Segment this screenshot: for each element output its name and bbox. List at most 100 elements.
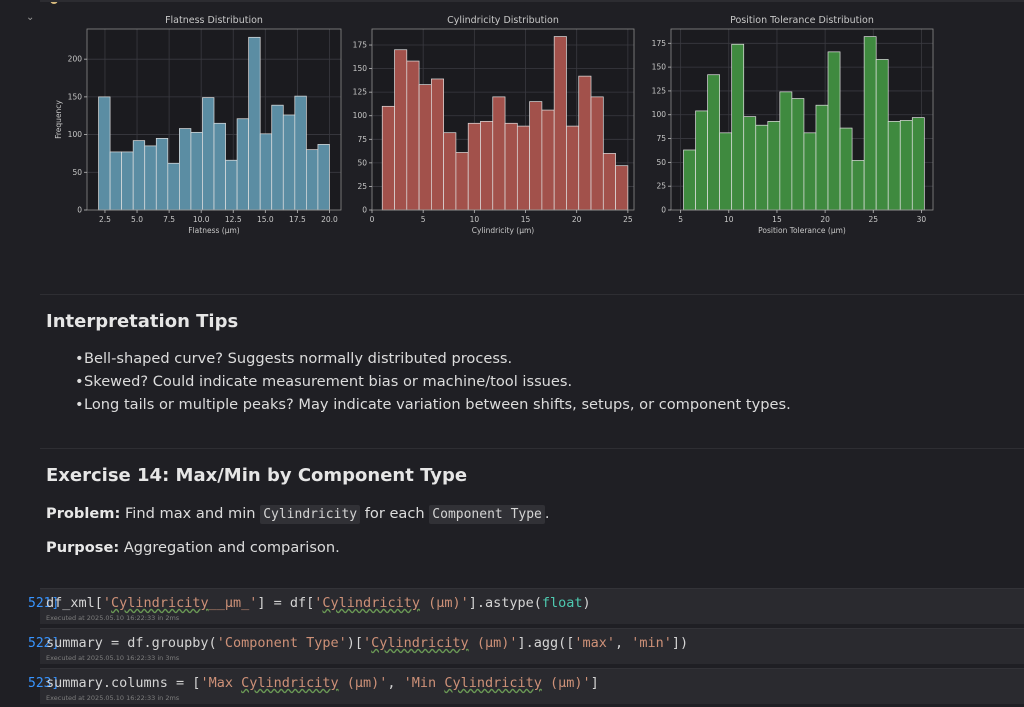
y-tick-label: 75 <box>656 134 666 143</box>
histogram-bar <box>683 149 696 211</box>
histogram-bar <box>899 120 913 211</box>
x-tick-label: 15.0 <box>257 215 274 224</box>
histogram-bar <box>504 122 518 211</box>
execution-info: Executed at 2025.05.10 16:22:33 in 2ms <box>46 694 180 702</box>
problem-paragraph: Problem: Find max and min Cylindricity f… <box>46 505 550 524</box>
x-tick-label: 10.0 <box>193 215 210 224</box>
histogram-bar <box>443 132 457 211</box>
histogram-bar <box>236 118 249 211</box>
x-tick-label: 20 <box>572 215 582 224</box>
histogram-bar <box>190 131 203 211</box>
tip-text: Bell-shaped curve? Suggests normally dis… <box>84 350 513 367</box>
problem-text: for each <box>364 505 425 522</box>
purpose-paragraph: Purpose: Aggregation and comparison. <box>46 539 340 556</box>
histogram-bar <box>578 75 592 211</box>
chevron-down-icon[interactable]: ⌄ <box>26 12 34 23</box>
histogram-bar <box>431 78 444 211</box>
x-tick-label: 7.5 <box>163 215 175 224</box>
code-line[interactable]: summary = df.groupby('Component Type')['… <box>46 635 688 651</box>
histogram-bar <box>839 127 853 211</box>
problem-text: . <box>544 505 550 522</box>
y-tick-label: 25 <box>656 182 666 191</box>
list-item: • Skewed? Could indicate measurement bias… <box>75 370 791 393</box>
y-tick-label: 100 <box>68 130 83 139</box>
histogram-bar <box>602 153 616 211</box>
x-axis-label: Position Tolerance (µm) <box>758 226 846 235</box>
y-tick-label: 0 <box>661 206 666 215</box>
x-tick-label: 20 <box>820 215 830 224</box>
y-tick-label: 150 <box>353 64 368 73</box>
histogram-bar <box>731 43 745 211</box>
histogram-bar <box>851 160 865 211</box>
histogram-bar <box>282 114 296 211</box>
execution-info: Executed at 2025.05.10 16:22:33 in 3ms <box>46 654 180 662</box>
section-divider <box>40 294 1024 295</box>
x-tick-label: 10 <box>470 215 480 224</box>
y-tick-label: 50 <box>72 168 82 177</box>
chart-title: Flatness Distribution <box>165 15 263 26</box>
histogram-bar <box>875 59 889 211</box>
histogram-bar <box>294 95 307 211</box>
histogram-bar <box>541 109 555 211</box>
y-tick-label: 100 <box>353 111 368 120</box>
inline-code: Cylindricity <box>260 505 361 524</box>
histogram-bar <box>755 124 769 211</box>
y-tick-label: 125 <box>652 86 667 95</box>
purpose-text: Aggregation and comparison. <box>123 539 340 556</box>
histogram-bar <box>467 122 481 211</box>
code-line[interactable]: df_xml['Cylindricity__μm_'] = df['Cylind… <box>46 595 591 611</box>
histogram-bar <box>911 117 925 211</box>
x-tick-label: 25 <box>623 215 633 224</box>
y-tick-label: 125 <box>353 88 368 97</box>
x-tick-label: 5 <box>678 215 683 224</box>
histogram-bar <box>225 159 238 211</box>
chart-title: Position Tolerance Distribution <box>730 15 874 26</box>
x-tick-label: 25 <box>869 215 879 224</box>
histogram-bar <box>202 97 215 211</box>
x-tick-label: 15 <box>772 215 782 224</box>
histogram-bar <box>98 96 111 211</box>
histogram-bar <box>767 121 781 211</box>
histogram-bar <box>381 105 395 211</box>
histogram-bar <box>615 165 629 211</box>
histogram-bar <box>271 104 284 211</box>
position-tolerance-chart: 5 10 15 20 25 30 0 25 50 75 100 125 150 175 Position T… <box>640 10 934 242</box>
y-tick-label: 150 <box>652 63 667 72</box>
histogram-bar <box>406 60 420 211</box>
chart-title: Cylindricity Distribution <box>447 15 559 26</box>
x-tick-label: 20.0 <box>321 215 338 224</box>
y-tick-label: 75 <box>357 135 367 144</box>
x-tick-label: 12.5 <box>225 215 242 224</box>
cylindricity-chart: 0 5 10 15 20 25 0 25 50 75 100 125 150 175 Cylindricit… <box>345 10 639 242</box>
histogram-bar <box>695 110 708 211</box>
histogram-bar <box>887 121 901 211</box>
y-tick-label: 100 <box>652 110 667 119</box>
histogram-bar <box>827 51 841 211</box>
histogram-bar <box>791 98 805 211</box>
histogram-bar <box>707 74 720 211</box>
code-line[interactable]: summary.columns = ['Max Cylindricity (μm… <box>46 675 599 691</box>
code-cell[interactable]: 523] summary.columns = ['Max Cylindricit… <box>28 668 1024 704</box>
inline-code: Component Type <box>429 505 545 524</box>
histogram-bar <box>144 145 157 211</box>
code-cell[interactable]: 521] df_xml['Cylindricity__μm_'] = df['C… <box>28 588 1024 624</box>
y-axis-label: Frequency <box>54 100 63 139</box>
code-cell[interactable]: 522] summary = df.groupby('Component Typ… <box>28 628 1024 664</box>
histogram-bar <box>743 116 757 211</box>
histogram-bar <box>590 96 604 211</box>
y-tick-label: 175 <box>353 41 368 50</box>
problem-text: Find max and min <box>124 505 256 522</box>
x-tick-label: 17.5 <box>289 215 306 224</box>
tip-text: Skewed? Could indicate measurement bias … <box>84 373 573 390</box>
list-item: • Long tails or multiple peaks? May indic… <box>75 393 791 416</box>
x-tick-label: 10 <box>724 215 734 224</box>
y-tick-label: 175 <box>652 39 667 48</box>
histogram-bar <box>155 138 169 211</box>
list-item: • Bell-shaped curve? Suggests normally di… <box>75 347 791 370</box>
problem-label: Problem: <box>46 505 121 522</box>
y-tick-label: 50 <box>357 158 367 167</box>
top-divider <box>40 0 1024 2</box>
execution-info: Executed at 2025.05.10 16:22:33 in 2ms <box>46 614 180 622</box>
y-tick-label: 200 <box>68 55 83 64</box>
section-divider <box>40 448 1024 449</box>
